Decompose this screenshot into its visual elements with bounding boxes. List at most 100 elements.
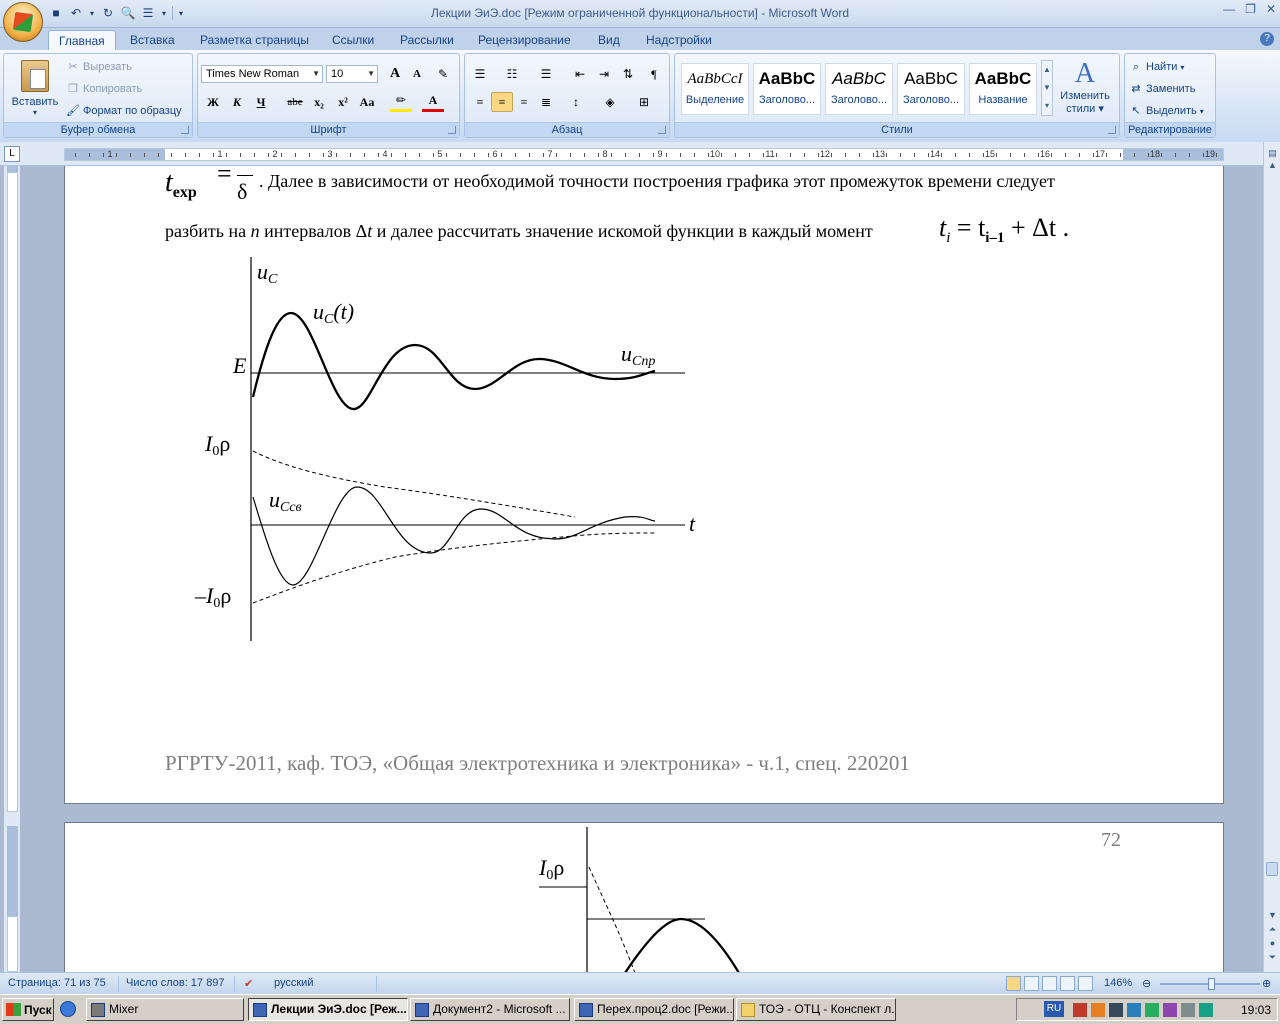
underline-button[interactable]: Ч [250,92,272,112]
replace-button[interactable]: ⇄ Заменить [1129,82,1195,96]
tab-review[interactable]: Рецензирование [468,30,581,50]
tab-references[interactable]: Ссылки [322,30,384,50]
browse-object-icon[interactable]: ● [1267,938,1278,949]
grow-font-button[interactable]: A [384,64,406,84]
tab-view[interactable]: Вид [588,30,630,50]
taskbar-perekh-doc[interactable]: Перех.проц2.doc [Режи... [574,998,734,1021]
styles-launcher-icon[interactable] [1108,126,1116,134]
document-area[interactable]: texp = δ . Далее в зависимости от необхо… [20,166,1263,972]
taskbar-document2[interactable]: Документ2 - Microsoft ... [410,998,570,1021]
vertical-scrollbar[interactable]: ▤ ▲ ▼ ⏶ ● ⏷ [1263,142,1280,972]
style-heading-1[interactable]: AaBbC Заголово... [753,63,821,115]
start-button[interactable]: Пуск [2,998,54,1021]
style-heading-3[interactable]: AaBbC Заголово... [897,63,965,115]
sort-icon[interactable]: ⇅ [617,64,639,84]
font-name-combo[interactable]: Times New Roman ▼ [201,65,323,83]
tray-monitor-icon[interactable] [1109,1003,1123,1017]
change-styles-button[interactable]: A Изменить стили ▾ [1055,58,1115,122]
taskbar-mixer[interactable]: Mixer [86,998,244,1021]
align-center-icon[interactable]: ≡ [491,92,513,112]
clear-format-icon[interactable]: ✎ [432,64,454,84]
bullets-icon[interactable]: ☰ [469,64,491,84]
show-marks-icon[interactable]: ¶ [643,64,665,84]
font-size-combo[interactable]: 10 ▼ [326,65,378,83]
styles-gallery-scroll[interactable]: ▲ ▼ ▾ [1041,60,1053,116]
align-right-icon[interactable]: ≡ [513,92,535,112]
line-spacing-icon[interactable]: ↕ [565,92,587,112]
word-count[interactable]: Число слов: 17 897 [126,977,224,989]
format-painter-button[interactable]: 🖌 Формат по образцу [66,104,182,118]
next-page-icon[interactable]: ⏷ [1267,952,1278,963]
page-72[interactable]: 72 I0ρ [64,822,1224,972]
tray-network-icon[interactable] [1127,1003,1141,1017]
paste-button[interactable]: Вставить ▾ [10,58,60,122]
taskbar-lectures-doc[interactable]: Лекции ЭиЭ.doc [Реж... [248,998,408,1021]
zoom-slider-thumb[interactable] [1208,978,1215,990]
spellcheck-icon[interactable]: ✔ [244,977,253,990]
clipboard-launcher-icon[interactable] [181,126,189,134]
tab-page-layout[interactable]: Разметка страницы [190,30,319,50]
horizontal-ruler[interactable]: 1 1 2 3 4 5 6 7 8 9 10 11 12 13 14 15 16 17 18 19 [64,148,1224,161]
previous-page-icon[interactable]: ⏶ [1267,924,1278,935]
tray-media-icon[interactable] [1163,1003,1177,1017]
strikethrough-button[interactable]: abe [284,92,306,112]
tray-speaker-icon[interactable] [1181,1003,1195,1017]
increase-indent-icon[interactable]: ⇥ [593,64,615,84]
highlight-icon[interactable]: ✏ [390,92,412,112]
tray-sync-icon[interactable] [1199,1003,1213,1017]
multilevel-list-icon[interactable]: ☰ [535,64,557,84]
font-launcher-icon[interactable] [448,126,456,134]
tray-app-icon[interactable] [1091,1003,1105,1017]
minimize-icon[interactable]: — [1223,2,1235,16]
change-case-button[interactable]: Aa [356,92,378,112]
ruler-toggle-icon[interactable]: ▤ [1267,148,1278,159]
find-button[interactable]: ⌕ Найти ▾ [1129,60,1185,74]
browser-quicklaunch-icon[interactable] [60,1001,76,1017]
office-button[interactable] [3,2,43,42]
outline-view-icon[interactable] [1060,976,1075,991]
copy-button[interactable]: ❐ Копировать [66,82,142,96]
shrink-font-button[interactable]: A [406,64,428,84]
print-layout-view-icon[interactable] [1006,976,1021,991]
tab-mailings[interactable]: Рассылки [390,30,464,50]
cut-button[interactable]: ✂ Вырезать [66,60,132,74]
numbering-icon[interactable]: ☷ [501,64,523,84]
zoom-in-icon[interactable]: ⊕ [1262,977,1271,990]
tab-selector-button[interactable]: L [4,146,20,162]
restore-icon[interactable]: ❐ [1245,2,1256,16]
superscript-button[interactable]: x² [332,92,354,112]
borders-icon[interactable]: ⊞ [633,92,655,112]
full-screen-view-icon[interactable] [1024,976,1039,991]
tab-insert[interactable]: Вставка [120,30,185,50]
page-counter[interactable]: Страница: 71 из 75 [8,977,106,989]
style-emphasis[interactable]: AaBbCcI Выделение [681,63,749,115]
language-indicator[interactable]: русский [274,977,313,989]
tray-antivirus-icon[interactable] [1073,1003,1087,1017]
style-title[interactable]: AaBbC Название [969,63,1037,115]
page-71[interactable]: texp = δ . Далее в зависимости от необхо… [64,166,1224,804]
tray-update-icon[interactable] [1145,1003,1159,1017]
web-layout-view-icon[interactable] [1042,976,1057,991]
select-button[interactable]: ↖ Выделить ▾ [1129,104,1203,118]
align-left-icon[interactable]: ≡ [469,92,491,112]
scroll-up-icon[interactable]: ▲ [1267,160,1278,171]
zoom-level[interactable]: 146% [1104,977,1132,989]
draft-view-icon[interactable] [1078,976,1093,991]
font-color-icon[interactable]: A [422,92,444,112]
scroll-thumb[interactable] [1266,862,1278,876]
italic-button[interactable]: К [226,92,248,112]
shading-icon[interactable]: ◈ [599,92,621,112]
scroll-down-icon[interactable]: ▼ [1267,910,1278,921]
vertical-ruler[interactable] [4,166,20,972]
zoom-out-icon[interactable]: ⊖ [1142,977,1151,990]
decrease-indent-icon[interactable]: ⇤ [569,64,591,84]
style-heading-2[interactable]: AaBbC Заголово... [825,63,893,115]
bold-button[interactable]: Ж [202,92,224,112]
subscript-button[interactable]: x₂ [308,92,330,112]
tab-addins[interactable]: Надстройки [636,30,722,50]
tab-home[interactable]: Главная [48,30,116,50]
close-icon[interactable]: ✕ [1266,2,1276,16]
help-icon[interactable]: ? [1260,32,1274,46]
paragraph-launcher-icon[interactable] [658,126,666,134]
justify-icon[interactable]: ≣ [535,92,557,112]
